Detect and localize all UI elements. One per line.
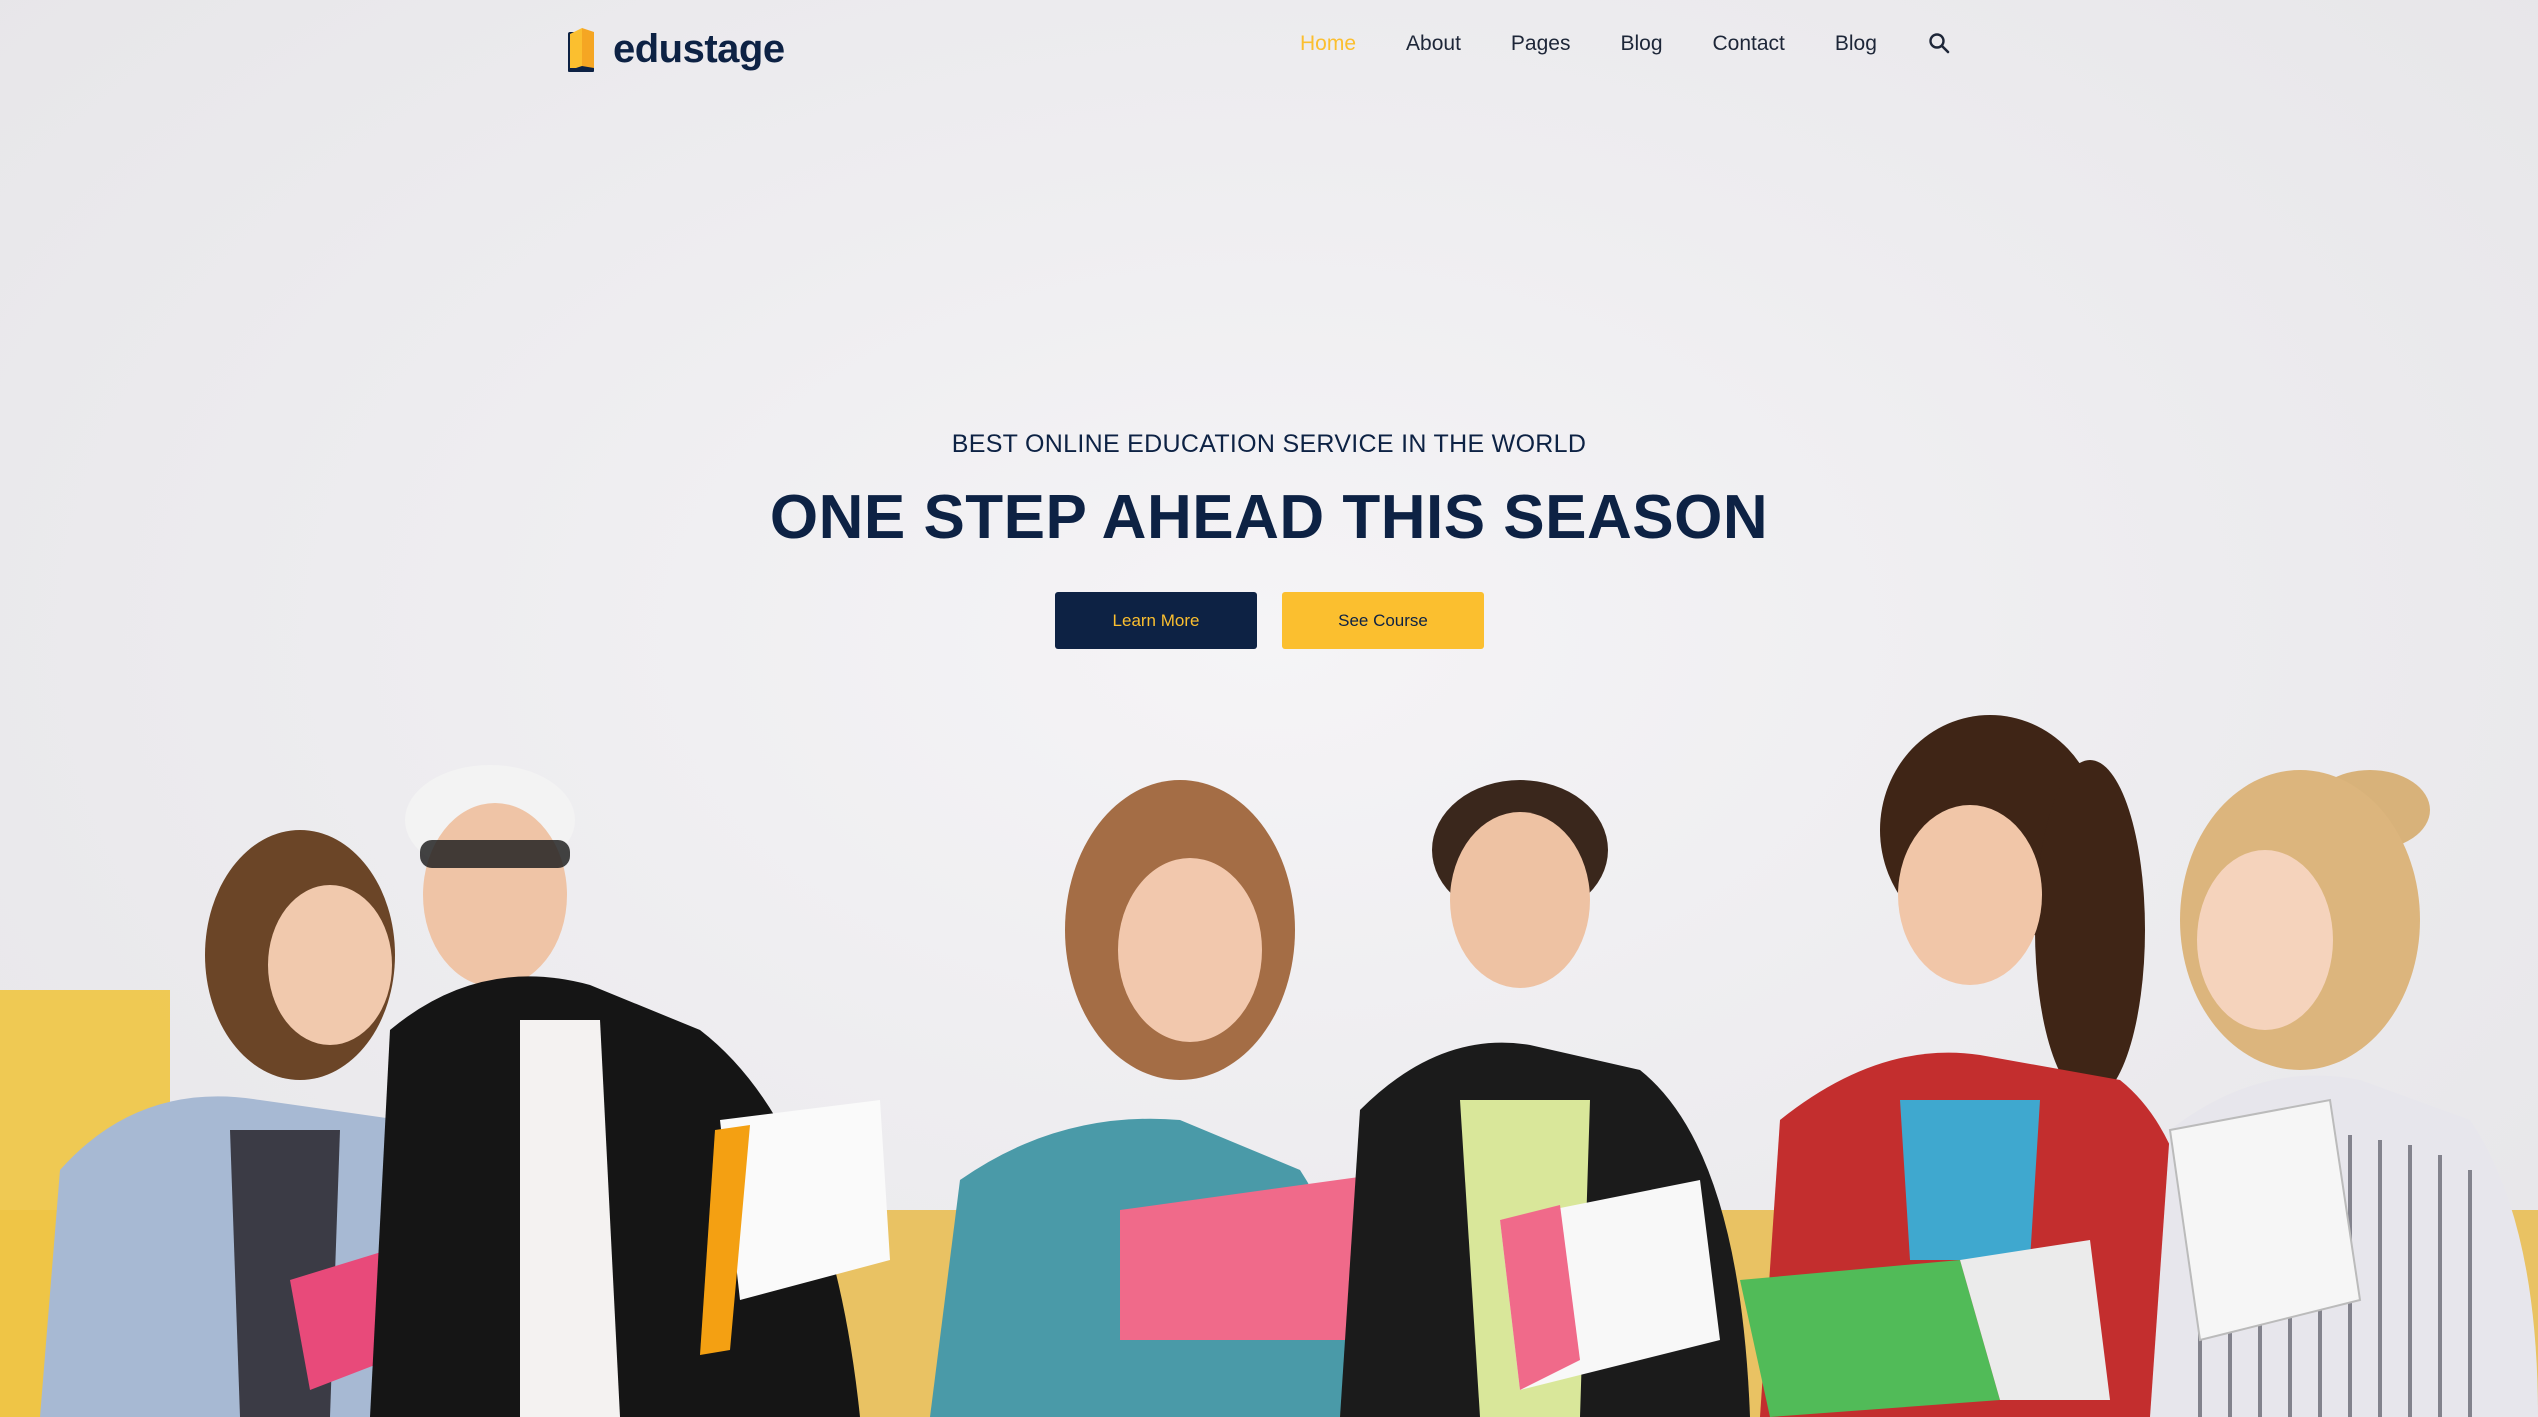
- nav-about[interactable]: About: [1406, 32, 1461, 56]
- main-nav: Home About Pages Blog Contact Blog: [1300, 32, 1951, 56]
- nav-blog-2[interactable]: Blog: [1835, 32, 1877, 56]
- nav-pages[interactable]: Pages: [1511, 32, 1571, 56]
- site-header: edustage Home About Pages Blog Contact B…: [0, 0, 2538, 96]
- learn-more-button[interactable]: Learn More: [1055, 592, 1257, 649]
- hero-title: ONE STEP AHEAD THIS SEASON: [769, 483, 1769, 552]
- nav-home[interactable]: Home: [1300, 32, 1356, 56]
- brand-name: edustage: [613, 26, 785, 71]
- search-icon[interactable]: [1927, 31, 1951, 55]
- logo[interactable]: edustage: [565, 24, 785, 74]
- hero-students-image: [0, 715, 2538, 1417]
- nav-contact[interactable]: Contact: [1713, 32, 1785, 56]
- student-5: [1740, 715, 2204, 1417]
- student-2: [370, 765, 890, 1417]
- student-6: [2150, 770, 2538, 1417]
- nav-blog[interactable]: Blog: [1620, 32, 1662, 56]
- student-4: [1340, 780, 1750, 1417]
- page: edustage Home About Pages Blog Contact B…: [0, 0, 2538, 1417]
- see-course-button[interactable]: See Course: [1282, 592, 1484, 649]
- hero-subtitle: BEST ONLINE EDUCATION SERVICE IN THE WOR…: [951, 430, 1587, 458]
- book-logo-icon: [568, 28, 594, 72]
